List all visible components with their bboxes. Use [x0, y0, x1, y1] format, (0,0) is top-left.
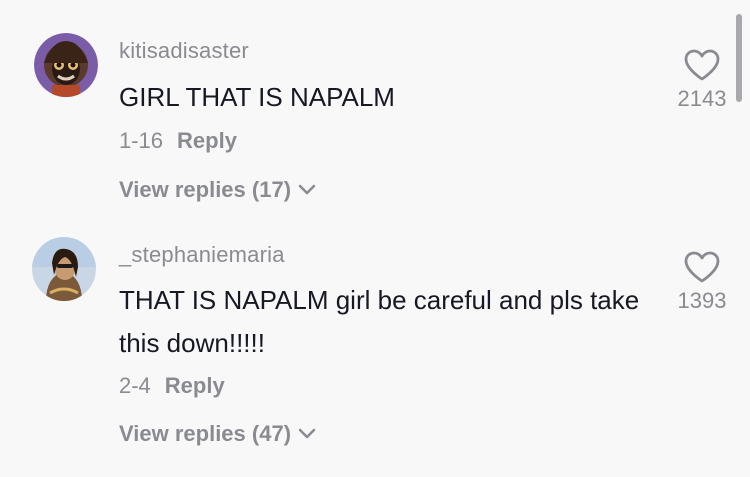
comment-text: THAT IS NAPALM girl be careful and pls t…: [119, 285, 640, 358]
username[interactable]: _stephaniemaria: [119, 242, 285, 268]
comment-item: [0, 0, 750, 477]
comment-date: 2-4: [119, 373, 151, 398]
like-button[interactable]: 1393: [662, 250, 742, 314]
heart-icon: [684, 251, 720, 283]
reply-button[interactable]: Reply: [165, 373, 225, 398]
comment-meta: 2-4 Reply: [119, 373, 225, 399]
chevron-down-icon: [298, 428, 316, 439]
view-replies-label: View replies (47): [119, 421, 292, 446]
like-count: 1393: [677, 288, 727, 313]
avatar[interactable]: [32, 237, 96, 301]
view-replies-button[interactable]: View replies (47): [119, 421, 317, 447]
